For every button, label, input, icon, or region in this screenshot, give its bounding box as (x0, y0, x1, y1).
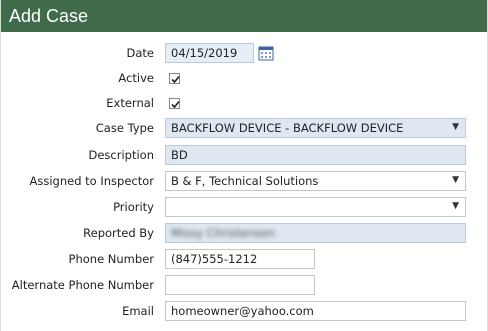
assigned-inspector-label: Assigned to Inspector (29, 174, 154, 188)
reported-by-label: Reported By (83, 226, 154, 240)
email-label: Email (122, 304, 154, 318)
checkmark-icon (171, 75, 180, 83)
active-label: Active (118, 71, 154, 85)
chevron-down-icon: ▼ (452, 175, 459, 185)
add-case-dialog: Add Case Date 04/15/2019 Active External (0, 0, 488, 331)
description-input[interactable]: BD (165, 145, 466, 165)
reported-by-input[interactable]: Missy Christensen (165, 223, 466, 243)
dialog-header: Add Case (1, 0, 487, 32)
description-value: BD (171, 148, 188, 162)
case-type-row: Case Type BACKFLOW DEVICE - BACKFLOW DEV… (1, 117, 488, 139)
phone-number-value: (847)555-1212 (171, 252, 258, 266)
priority-select[interactable]: ▼ (165, 197, 466, 217)
phone-number-label: Phone Number (68, 252, 154, 266)
chevron-down-icon: ▼ (452, 201, 459, 211)
dialog-title: Add Case (9, 5, 89, 26)
case-type-label: Case Type (95, 121, 154, 135)
priority-row: Priority ▼ (1, 196, 488, 218)
email-value: homeowner@yahoo.com (171, 304, 314, 318)
alt-phone-row: Alternate Phone Number (1, 274, 488, 296)
active-checkbox[interactable] (169, 72, 180, 84)
external-label: External (106, 96, 154, 110)
assigned-inspector-select[interactable]: B & F, Technical Solutions ▼ (165, 171, 466, 191)
reported-by-row: Reported By Missy Christensen (1, 222, 488, 244)
assigned-inspector-row: Assigned to Inspector B & F, Technical S… (1, 170, 488, 192)
external-row: External (1, 92, 488, 114)
description-label: Description (88, 148, 155, 162)
email-row: Email homeowner@yahoo.com (1, 300, 488, 322)
date-value: 04/15/2019 (171, 46, 238, 60)
checkmark-icon (171, 100, 180, 108)
reported-by-value: Missy Christensen (171, 226, 276, 240)
case-type-value: BACKFLOW DEVICE - BACKFLOW DEVICE (171, 121, 404, 135)
active-row: Active (1, 67, 488, 89)
email-input[interactable]: homeowner@yahoo.com (165, 301, 466, 321)
phone-number-input[interactable]: (847)555-1212 (165, 249, 315, 269)
calendar-icon[interactable] (258, 45, 274, 61)
external-checkbox[interactable] (169, 97, 180, 109)
date-input[interactable]: 04/15/2019 (165, 43, 254, 63)
description-row: Description BD (1, 144, 488, 166)
priority-label: Priority (113, 200, 154, 214)
phone-number-row: Phone Number (847)555-1212 (1, 248, 488, 270)
alt-phone-input[interactable] (165, 275, 315, 295)
assigned-inspector-value: B & F, Technical Solutions (171, 174, 319, 188)
date-label: Date (126, 46, 155, 60)
case-type-select[interactable]: BACKFLOW DEVICE - BACKFLOW DEVICE ▼ (165, 118, 466, 138)
date-row: Date 04/15/2019 (1, 42, 488, 64)
alt-phone-label: Alternate Phone Number (11, 278, 154, 292)
chevron-down-icon: ▼ (452, 122, 459, 132)
